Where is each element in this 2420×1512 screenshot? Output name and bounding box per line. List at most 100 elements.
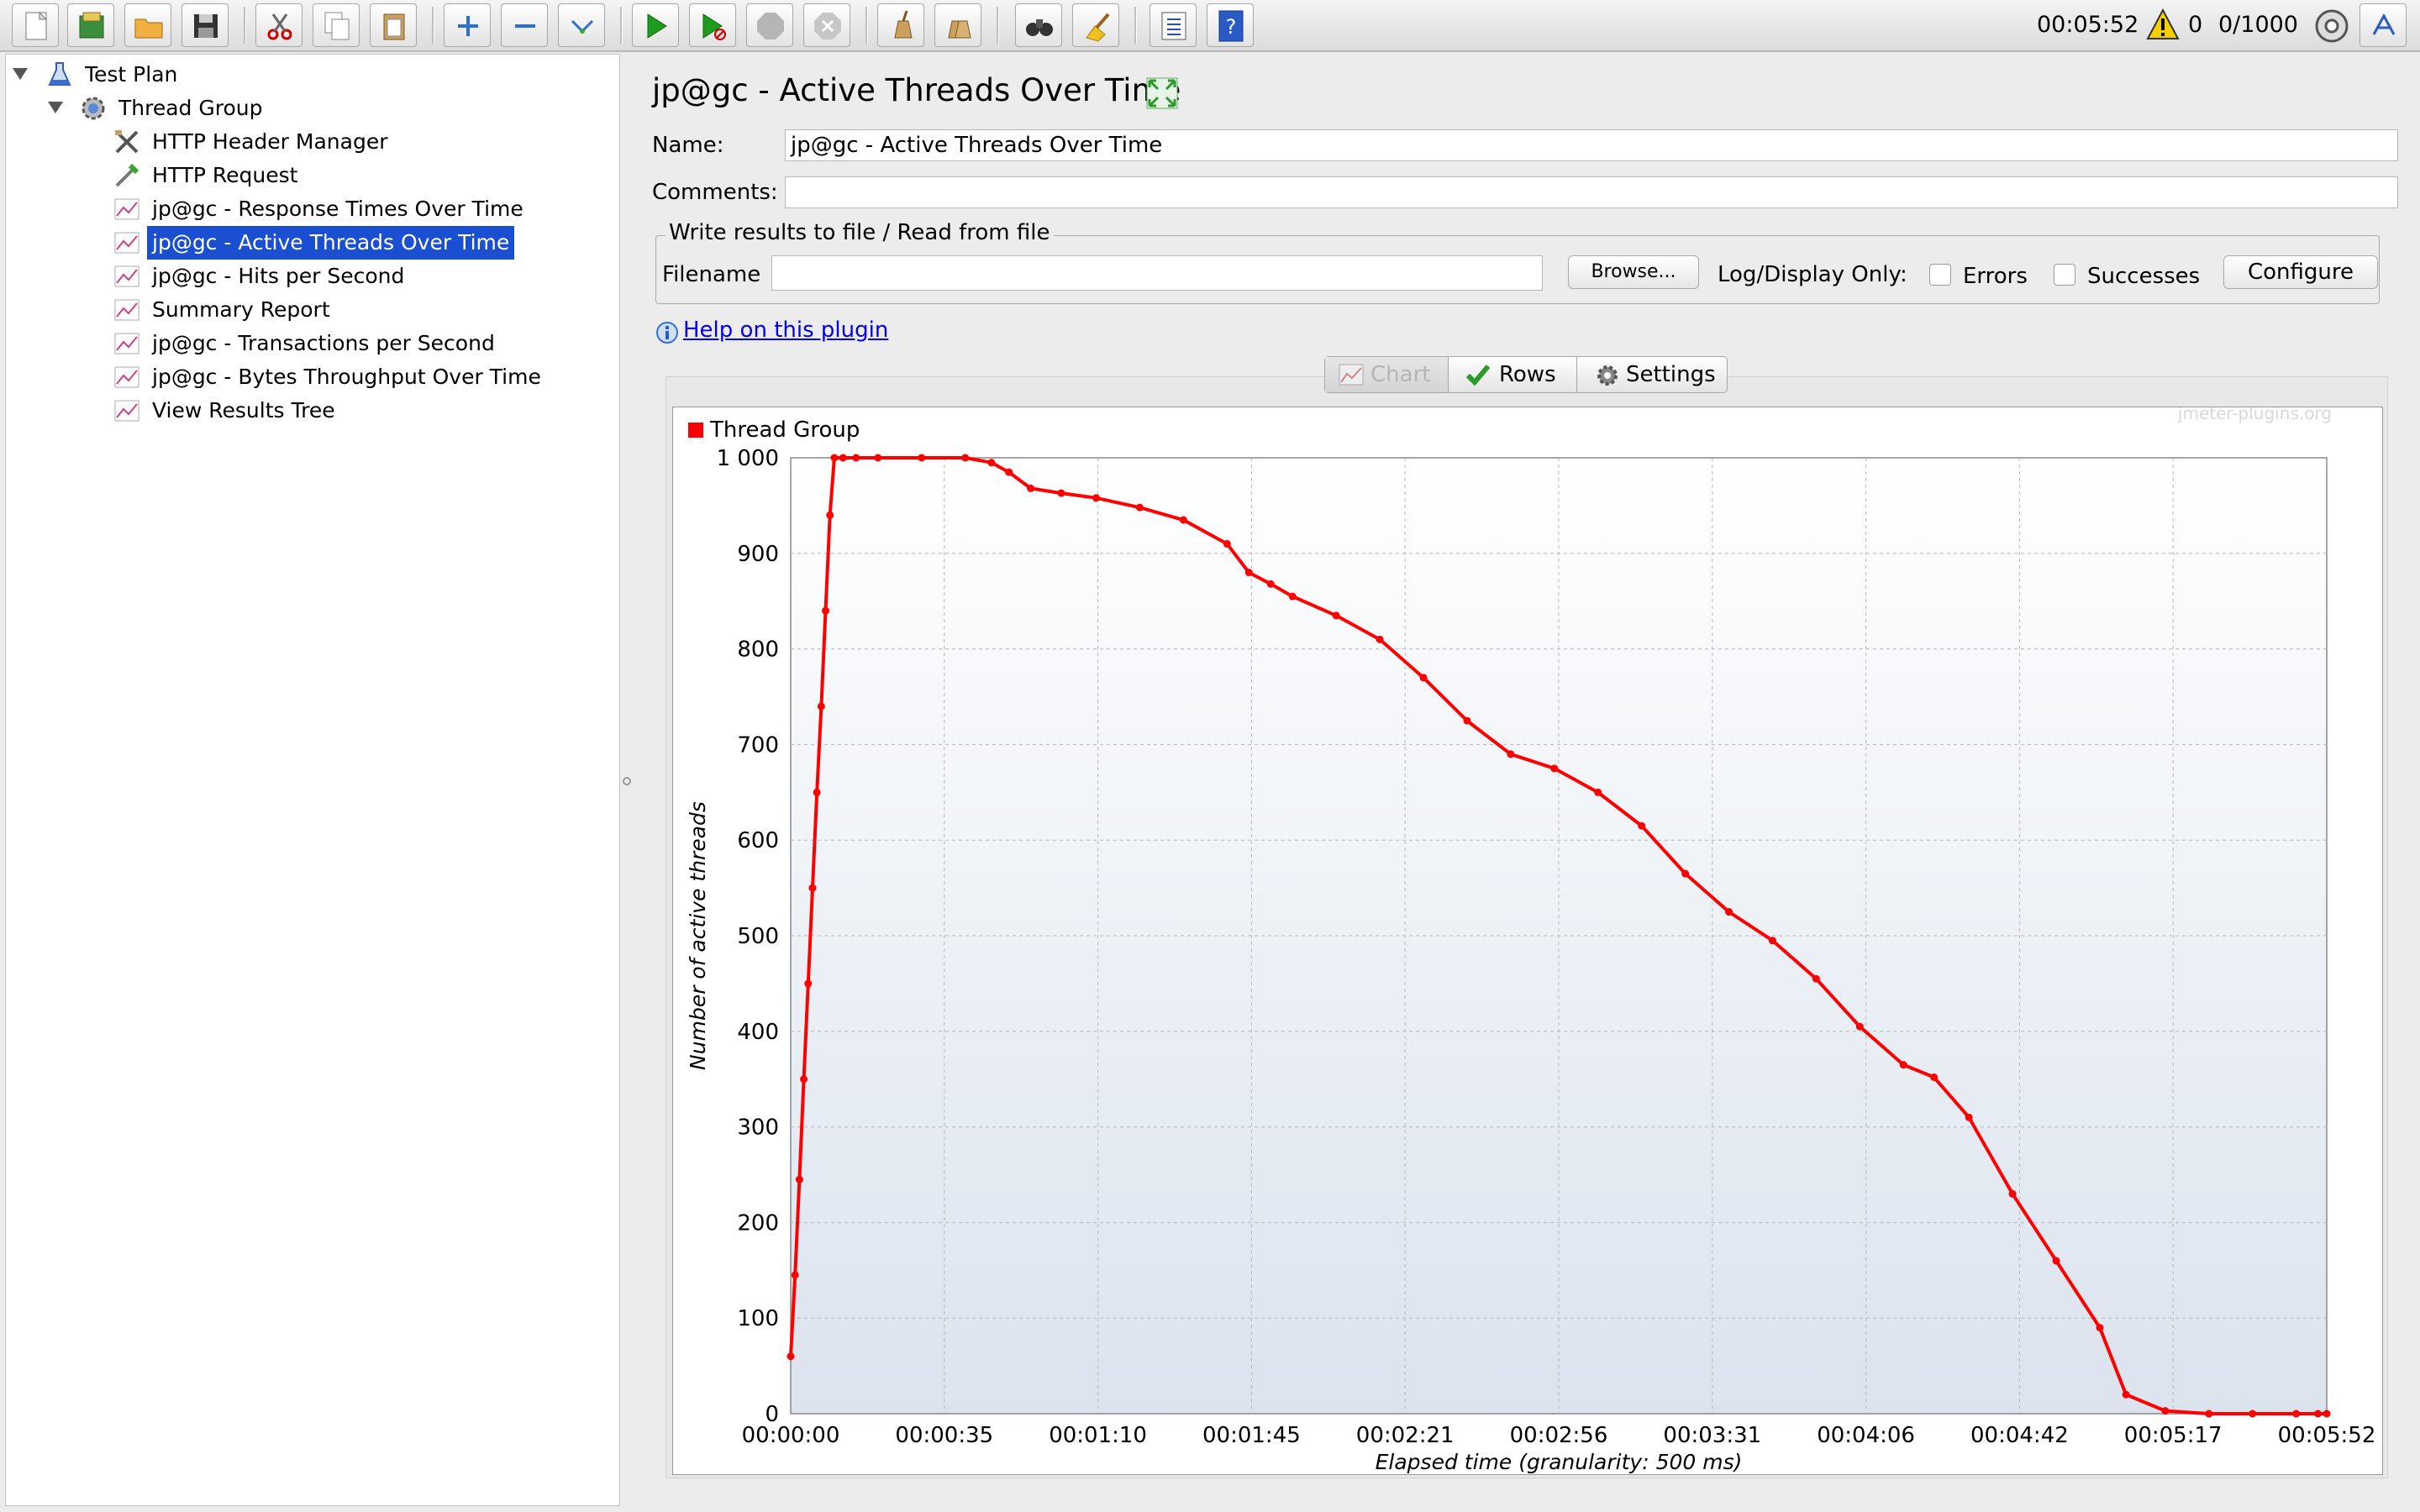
data-point — [1855, 1022, 1864, 1031]
tab-label: Chart — [1370, 362, 1431, 387]
collapse-icon[interactable] — [501, 3, 548, 47]
expand-toggle-icon[interactable] — [48, 102, 63, 113]
tab-label: Rows — [1499, 362, 1556, 387]
data-point — [2314, 1410, 2323, 1418]
data-point — [830, 454, 839, 462]
toolbar-separator — [997, 7, 999, 44]
browse-button[interactable]: Browse... — [1568, 255, 1699, 289]
save-icon[interactable] — [182, 3, 229, 47]
tab-chart[interactable]: Chart — [1325, 357, 1448, 392]
http-request-icon — [115, 163, 139, 187]
clear-icon[interactable] — [877, 3, 924, 47]
paste-icon[interactable] — [370, 3, 417, 47]
open-icon[interactable] — [124, 3, 171, 47]
y-tick-label: 400 — [737, 1020, 779, 1045]
warning-icon[interactable] — [2146, 8, 2180, 40]
function-helper-icon[interactable] — [1150, 3, 1197, 47]
y-tick-label: 100 — [737, 1306, 779, 1331]
help-link[interactable]: Help on this plugin — [683, 318, 888, 343]
x-tick-label: 00:01:10 — [1049, 1423, 1147, 1448]
reset-search-icon[interactable] — [1072, 3, 1119, 47]
y-tick-label: 900 — [737, 542, 779, 567]
start-icon[interactable] — [632, 3, 679, 47]
data-point — [1332, 612, 1340, 620]
watermark: jmeter-plugins.org — [2177, 407, 2332, 423]
copy-icon[interactable] — [313, 3, 360, 47]
maximize-icon[interactable] — [1146, 77, 1178, 109]
toolbar-separator — [1134, 7, 1137, 44]
expand-icon[interactable] — [444, 3, 491, 47]
data-point — [1057, 489, 1065, 497]
stop-icon[interactable] — [746, 3, 793, 47]
errors-label: Errors — [1963, 264, 2028, 289]
data-point — [1681, 869, 1690, 878]
tab-settings[interactable]: Settings — [1577, 357, 1727, 392]
chart-box: 0 100 200 300 400 500 600 700 800 900 1 000 00:00:0… — [672, 407, 2383, 1475]
tree-item-label: Test Plan — [85, 62, 178, 87]
data-point — [786, 1352, 795, 1361]
clear-all-icon[interactable] — [934, 3, 981, 47]
y-tick-label: 1 000 — [717, 446, 779, 471]
y-tick-label: 200 — [737, 1210, 779, 1236]
x-tick-label: 00:00:00 — [742, 1423, 840, 1448]
comments-field[interactable] — [785, 176, 2398, 208]
data-point — [961, 454, 970, 462]
data-point — [1179, 516, 1187, 524]
filename-field[interactable] — [771, 255, 1543, 291]
x-tick-label: 00:05:52 — [2278, 1423, 2376, 1448]
new-icon[interactable] — [12, 3, 59, 47]
log-viewer-icon[interactable] — [2360, 3, 2407, 47]
page-title: jp@gc - Active Threads Over Time — [652, 72, 1181, 108]
tab-rows[interactable]: Rows — [1449, 357, 1576, 392]
active-threads-chart: 01002003004005006007008009001 00000:00:0… — [686, 407, 2376, 1474]
data-point — [826, 511, 834, 519]
data-point — [1419, 674, 1428, 682]
warning-count: 0 — [2188, 12, 2203, 38]
successes-checkbox[interactable] — [2054, 264, 2075, 286]
graph-listener-icon — [114, 366, 139, 388]
errors-checkbox[interactable] — [1929, 264, 1951, 286]
templates-icon[interactable] — [67, 3, 114, 47]
configure-button[interactable]: Configure — [2223, 255, 2378, 289]
data-point — [800, 1075, 808, 1084]
data-point — [1288, 592, 1297, 601]
data-point — [791, 1271, 799, 1279]
cut-icon[interactable] — [255, 3, 302, 47]
data-point — [1550, 764, 1559, 773]
data-point — [839, 454, 847, 462]
y-axis-title: Number of active threads — [686, 801, 710, 1070]
x-tick-label: 00:03:31 — [1663, 1423, 1761, 1448]
tree-item-label: jp@gc - Hits per Second — [152, 264, 405, 288]
x-axis-title: Elapsed time (granularity: 500 ms) — [1376, 1450, 1743, 1474]
split-pane-divider[interactable] — [623, 777, 631, 785]
search-icon[interactable] — [1015, 3, 1062, 47]
name-field[interactable]: jp@gc - Active Threads Over Time — [785, 129, 2398, 161]
start-no-pauses-icon[interactable] — [689, 3, 736, 47]
comments-label: Comments: — [652, 180, 778, 205]
toolbar-separator — [244, 7, 246, 44]
tree-item-label: jp@gc - Response Times Over Time — [152, 197, 523, 221]
x-tick-label: 00:02:21 — [1356, 1423, 1455, 1448]
graph-listener-icon — [114, 299, 139, 321]
data-point — [1768, 937, 1776, 945]
data-point — [1507, 750, 1515, 759]
data-point — [808, 884, 817, 892]
tree-item-label: HTTP Header Manager — [152, 129, 388, 154]
data-point — [1092, 494, 1101, 502]
tree-item-label: Thread Group — [118, 96, 263, 120]
graph-listener-icon — [114, 265, 139, 287]
data-point — [918, 454, 926, 462]
data-point — [1965, 1113, 1973, 1121]
info-icon — [656, 322, 678, 344]
y-tick-label: 500 — [737, 924, 779, 949]
toggle-icon[interactable] — [558, 3, 605, 47]
data-point — [1266, 580, 1275, 588]
tree-item-label: HTTP Request — [152, 163, 298, 187]
expand-toggle-icon[interactable] — [13, 68, 28, 80]
y-tick-label: 600 — [737, 828, 779, 853]
name-label: Name: — [652, 133, 724, 158]
test-plan-icon — [48, 62, 71, 86]
help-icon[interactable]: ? — [1207, 3, 1254, 47]
data-point — [1812, 974, 1820, 983]
shutdown-icon[interactable] — [803, 3, 850, 47]
